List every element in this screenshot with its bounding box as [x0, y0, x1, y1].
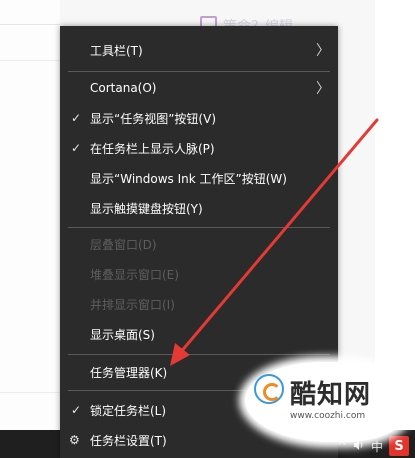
menu-separator [68, 354, 330, 355]
chevron-right-icon: 〉 [316, 81, 330, 97]
menu-item-show-task-view[interactable]: ✓ 显示“任务视图”按钮(V) [60, 103, 338, 133]
watermark-url: www.coozhi.com [290, 411, 366, 421]
right-window-panel [375, 0, 415, 430]
chevron-right-icon: 〉 [316, 43, 330, 59]
menu-item-toolbars[interactable]: 工具栏(T) 〉 [60, 35, 338, 65]
menu-separator [68, 227, 330, 228]
left-window-panel [0, 0, 60, 430]
menu-separator [68, 71, 330, 72]
divider [0, 392, 60, 393]
menu-item-show-windows-ink[interactable]: 显示“Windows Ink 工作区”按钮(W) [60, 163, 338, 193]
check-icon: ✓ [71, 141, 82, 155]
menu-item-cortana[interactable]: Cortana(O) 〉 [60, 73, 338, 103]
sogou-app-icon[interactable]: S [389, 436, 409, 456]
coozhi-logo-icon [254, 374, 284, 404]
menu-item-side-by-side-windows: 并排显示窗口(I) [90, 297, 175, 312]
menu-item-show-desktop[interactable]: 显示桌面(S) [60, 319, 338, 349]
menu-item-show-touch-keyboard[interactable]: 显示触摸键盘按钮(Y) [60, 193, 338, 223]
menu-item-show-people[interactable]: ✓ 在任务栏上显示人脉(P) [60, 133, 338, 163]
divider [0, 60, 60, 61]
ime-indicator[interactable]: 中 [371, 438, 383, 455]
menu-item-cascade-windows: 层叠窗口(D) [90, 237, 157, 252]
gear-icon: ⚙ [69, 433, 80, 447]
check-icon: ✓ [71, 111, 82, 125]
divider [0, 24, 60, 25]
menu-item-stack-windows: 堆叠显示窗口(E) [90, 267, 179, 282]
check-icon: ✓ [71, 403, 82, 417]
watermark-brand: 酷知网 [290, 380, 372, 410]
